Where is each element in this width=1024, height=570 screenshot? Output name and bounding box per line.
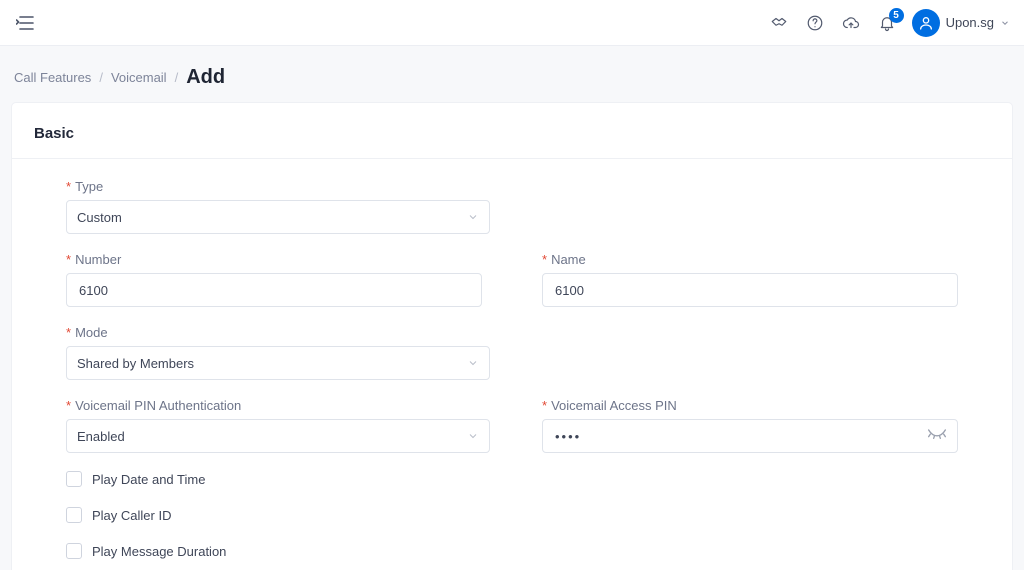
label-text: Mode [75, 325, 108, 340]
label-name: * Name [542, 252, 958, 267]
select-mode[interactable]: Shared by Members [66, 346, 490, 380]
help-icon [806, 14, 824, 32]
checkbox-label: Play Date and Time [92, 472, 205, 487]
user-icon [918, 15, 934, 31]
sidebar-toggle-button[interactable] [14, 12, 36, 34]
checkbox-play-message-duration[interactable] [66, 543, 82, 559]
label-access-pin: * Voicemail Access PIN [542, 398, 958, 413]
input-number-wrap [66, 273, 482, 307]
required-marker: * [542, 252, 547, 267]
required-marker: * [66, 398, 71, 413]
page-body: Call Features / Voicemail / Add Basic * … [0, 46, 1024, 570]
label-mode: * Mode [66, 325, 490, 340]
notifications-icon-button[interactable]: 5 [876, 12, 898, 34]
help-icon-button[interactable] [804, 12, 826, 34]
access-pin-input[interactable] [553, 420, 927, 452]
label-text: Voicemail Access PIN [551, 398, 677, 413]
toggle-visibility-button[interactable] [927, 428, 947, 445]
chevron-down-icon [1000, 18, 1010, 28]
row-number-name: * Number * Name [66, 252, 958, 325]
handshake-icon-button[interactable] [768, 12, 790, 34]
avatar [912, 9, 940, 37]
checkbox-row-play-caller-id: Play Caller ID [66, 507, 958, 523]
required-marker: * [66, 252, 71, 267]
label-text: Type [75, 179, 103, 194]
row-pin: * Voicemail PIN Authentication Enabled *… [66, 398, 958, 471]
chevron-down-icon [467, 211, 479, 223]
field-name: * Name [542, 252, 958, 307]
required-marker: * [66, 325, 71, 340]
breadcrumb-item-call-features[interactable]: Call Features [14, 70, 91, 85]
notifications-badge: 5 [889, 8, 904, 23]
select-pin-auth[interactable]: Enabled [66, 419, 490, 453]
checkbox-label: Play Caller ID [92, 508, 171, 523]
field-type: * Type Custom [66, 179, 490, 234]
username-label: Upon.sg [946, 15, 994, 30]
label-number: * Number [66, 252, 482, 267]
menu-collapse-icon [16, 15, 34, 31]
field-number: * Number [66, 252, 482, 307]
select-value: Shared by Members [77, 356, 194, 371]
breadcrumb-separator: / [175, 70, 179, 85]
label-text: Voicemail PIN Authentication [75, 398, 241, 413]
form-body: * Type Custom * Number [12, 179, 1012, 559]
handshake-icon [769, 14, 789, 32]
number-input[interactable] [77, 274, 471, 306]
eye-closed-icon [927, 428, 947, 442]
name-input[interactable] [553, 274, 947, 306]
label-pin-auth: * Voicemail PIN Authentication [66, 398, 482, 413]
checkbox-row-play-date-time: Play Date and Time [66, 471, 958, 487]
chevron-down-icon [467, 357, 479, 369]
required-marker: * [66, 179, 71, 194]
select-value: Custom [77, 210, 122, 225]
breadcrumb-item-voicemail[interactable]: Voicemail [111, 70, 167, 85]
field-access-pin: * Voicemail Access PIN [542, 398, 958, 453]
label-text: Name [551, 252, 586, 267]
chevron-down-icon [467, 430, 479, 442]
field-pin-auth: * Voicemail PIN Authentication Enabled [66, 398, 482, 453]
checkbox-play-date-time[interactable] [66, 471, 82, 487]
select-type[interactable]: Custom [66, 200, 490, 234]
select-value: Enabled [77, 429, 125, 444]
required-marker: * [542, 398, 547, 413]
cloud-upload-icon-button[interactable] [840, 12, 862, 34]
cloud-upload-icon [841, 14, 861, 32]
field-mode: * Mode Shared by Members [66, 325, 490, 380]
topbar-actions: 5 Upon.sg [768, 9, 1010, 37]
page-title: Add [186, 66, 225, 89]
checkbox-play-caller-id[interactable] [66, 507, 82, 523]
form-card: Basic * Type Custom * Number [12, 103, 1012, 570]
label-text: Number [75, 252, 121, 267]
input-access-pin-wrap [542, 419, 958, 453]
topbar: 5 Upon.sg [0, 0, 1024, 46]
user-menu[interactable]: Upon.sg [912, 9, 1010, 37]
breadcrumb: Call Features / Voicemail / Add [12, 60, 1012, 103]
input-name-wrap [542, 273, 958, 307]
checkbox-row-play-message-duration: Play Message Duration [66, 543, 958, 559]
label-type: * Type [66, 179, 490, 194]
breadcrumb-separator: / [99, 70, 103, 85]
section-title-basic: Basic [12, 103, 1012, 159]
checkbox-label: Play Message Duration [92, 544, 226, 559]
